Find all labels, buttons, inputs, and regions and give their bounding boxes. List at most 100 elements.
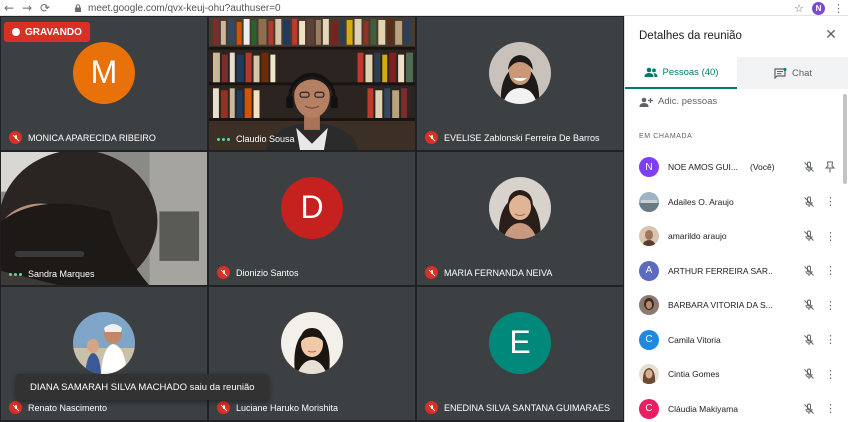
avatar: N	[639, 157, 659, 178]
mic-off-icon[interactable]	[803, 368, 815, 380]
list-item[interactable]: C Cláudia Makiyama ⋮	[625, 392, 843, 422]
participant-avatar	[281, 311, 343, 374]
mic-off-icon[interactable]	[803, 265, 815, 277]
participant-name: Renato Nascimento	[28, 402, 108, 413]
pin-icon[interactable]	[825, 161, 835, 173]
address-bar[interactable]: meet.google.com/qvx-keuj-ohu?authuser=0	[74, 1, 814, 15]
browser-toolbar: ← → ⟳ meet.google.com/qvx-keuj-ohu?authu…	[0, 0, 848, 16]
list-item[interactable]: amarildo araujo ⋮	[625, 219, 843, 254]
more-options-icon[interactable]: ⋮	[825, 369, 836, 380]
mic-off-icon	[9, 131, 22, 144]
panel-title: Detalhes da reunião	[639, 30, 742, 42]
mic-off-icon	[9, 401, 22, 414]
panel-scrollbar[interactable]	[843, 94, 847, 184]
mic-off-icon	[217, 266, 230, 279]
recording-badge: GRAVANDO	[4, 22, 90, 42]
more-options-icon[interactable]: ⋮	[825, 231, 836, 242]
tab-people-label: Pessoas (40)	[662, 66, 719, 78]
recording-label: GRAVANDO	[25, 26, 82, 38]
participant-list: N NOE AMOS GUI... (Você) Adailes O. Arau…	[625, 150, 843, 422]
people-icon	[644, 67, 657, 77]
browser-menu-icon[interactable]: ⋮	[833, 2, 844, 15]
list-item[interactable]: BARBARA VITORIA DA S... ⋮	[625, 288, 843, 323]
participant-name: NOE AMOS GUI...	[668, 162, 738, 173]
participant-name: Luciane Haruko Morishita	[236, 402, 339, 413]
more-options-icon[interactable]: ⋮	[825, 265, 836, 276]
participant-name: EVELISE Zablonski Ferreira De Barros	[444, 132, 600, 143]
avatar	[639, 191, 659, 212]
participant-tile[interactable]: E ENEDINA SILVA SANTANA GUIMARAES	[416, 286, 624, 421]
list-item[interactable]: A ARTHUR FERREIRA SAR... ⋮	[625, 254, 843, 289]
speaking-indicator-icon	[217, 137, 230, 141]
more-options-icon[interactable]: ⋮	[825, 334, 836, 345]
url-text: meet.google.com/qvx-keuj-ohu?authuser=0	[88, 2, 281, 14]
participant-name: amarildo araujo	[668, 231, 727, 242]
list-item[interactable]: N NOE AMOS GUI... (Você)	[625, 150, 843, 185]
mic-off-icon[interactable]	[803, 230, 815, 242]
participant-name: BARBARA VITORIA DA S...	[668, 300, 772, 311]
toast-text: DIANA SAMARAH SILVA MACHADO saiu da reun…	[30, 381, 255, 393]
chat-icon	[774, 67, 787, 79]
mic-off-icon[interactable]	[803, 161, 815, 173]
meeting-grid: M MONICA APARECIDA RIBEIRO Claudio Sousa…	[0, 16, 624, 422]
add-people-button[interactable]: Adic. pessoas	[639, 96, 717, 107]
participant-avatar: E	[489, 311, 551, 374]
participant-name: Claudio Sousa	[236, 134, 295, 144]
avatar	[639, 295, 659, 316]
participant-avatar: M	[73, 41, 135, 104]
add-people-label: Adic. pessoas	[658, 96, 718, 107]
more-options-icon[interactable]: ⋮	[825, 300, 836, 311]
back-icon[interactable]: ←	[0, 0, 18, 16]
more-options-icon[interactable]: ⋮	[825, 196, 836, 207]
forward-icon[interactable]: →	[18, 0, 36, 16]
participant-avatar	[489, 41, 551, 104]
avatar	[639, 226, 659, 247]
mic-off-icon[interactable]	[803, 334, 815, 346]
bookmark-star-icon[interactable]: ☆	[794, 2, 804, 15]
participant-name: MONICA APARECIDA RIBEIRO	[28, 132, 156, 143]
tab-chat[interactable]: Chat	[737, 57, 848, 89]
mic-off-icon	[425, 401, 438, 414]
add-person-icon	[639, 97, 653, 107]
participant-tile[interactable]: D Dionizio Santos	[208, 151, 416, 286]
you-label: (Você)	[750, 162, 775, 173]
participant-name: Dionizio Santos	[236, 267, 299, 278]
participant-name: ARTHUR FERREIRA SAR...	[668, 265, 772, 276]
participant-avatar	[73, 311, 135, 374]
mic-off-icon	[425, 266, 438, 279]
tab-people[interactable]: Pessoas (40)	[625, 57, 737, 89]
section-heading: EM CHAMADA	[639, 133, 693, 140]
mic-off-icon[interactable]	[803, 299, 815, 311]
reload-icon[interactable]: ⟳	[36, 0, 54, 16]
mic-off-icon	[217, 401, 230, 414]
meeting-details-panel: Detalhes da reunião ✕ Pessoas (40) Chat …	[624, 16, 848, 422]
participant-tile[interactable]: EVELISE Zablonski Ferreira De Barros	[416, 16, 624, 151]
mic-off-icon[interactable]	[803, 403, 815, 415]
avatar	[639, 364, 659, 385]
participant-name: MARIA FERNANDA NEIVA	[444, 267, 553, 278]
participant-name: Camila Vitoria	[668, 334, 721, 345]
list-item[interactable]: Adailes O. Araujo ⋮	[625, 185, 843, 220]
more-options-icon[interactable]: ⋮	[825, 403, 836, 414]
panel-tabs: Pessoas (40) Chat	[625, 57, 848, 89]
participant-tile[interactable]: Renato Nascimento	[0, 286, 208, 421]
list-item[interactable]: Cintia Gomes ⋮	[625, 357, 843, 392]
participant-avatar	[489, 176, 551, 239]
participant-name: ENEDINA SILVA SANTANA GUIMARAES	[444, 402, 611, 413]
participant-video	[1, 152, 207, 285]
tab-chat-label: Chat	[791, 67, 813, 79]
avatar: A	[639, 260, 659, 281]
profile-avatar[interactable]: N	[812, 1, 825, 15]
participant-tile[interactable]: Claudio Sousa	[208, 16, 416, 151]
record-dot-icon	[12, 28, 20, 36]
participant-tile[interactable]: Sandra Marques	[0, 151, 208, 286]
close-icon[interactable]: ✕	[824, 28, 838, 42]
participant-name: Adailes O. Araujo	[668, 196, 734, 207]
participant-avatar: D	[281, 176, 343, 239]
participant-tile[interactable]: Luciane Haruko Morishita	[208, 286, 416, 421]
participant-tile[interactable]: MARIA FERNANDA NEIVA	[416, 151, 624, 286]
participant-name: Cláudia Makiyama	[668, 403, 738, 414]
speaking-indicator-icon	[9, 272, 22, 276]
list-item[interactable]: C Camila Vitoria ⋮	[625, 323, 843, 358]
mic-off-icon[interactable]	[803, 196, 815, 208]
